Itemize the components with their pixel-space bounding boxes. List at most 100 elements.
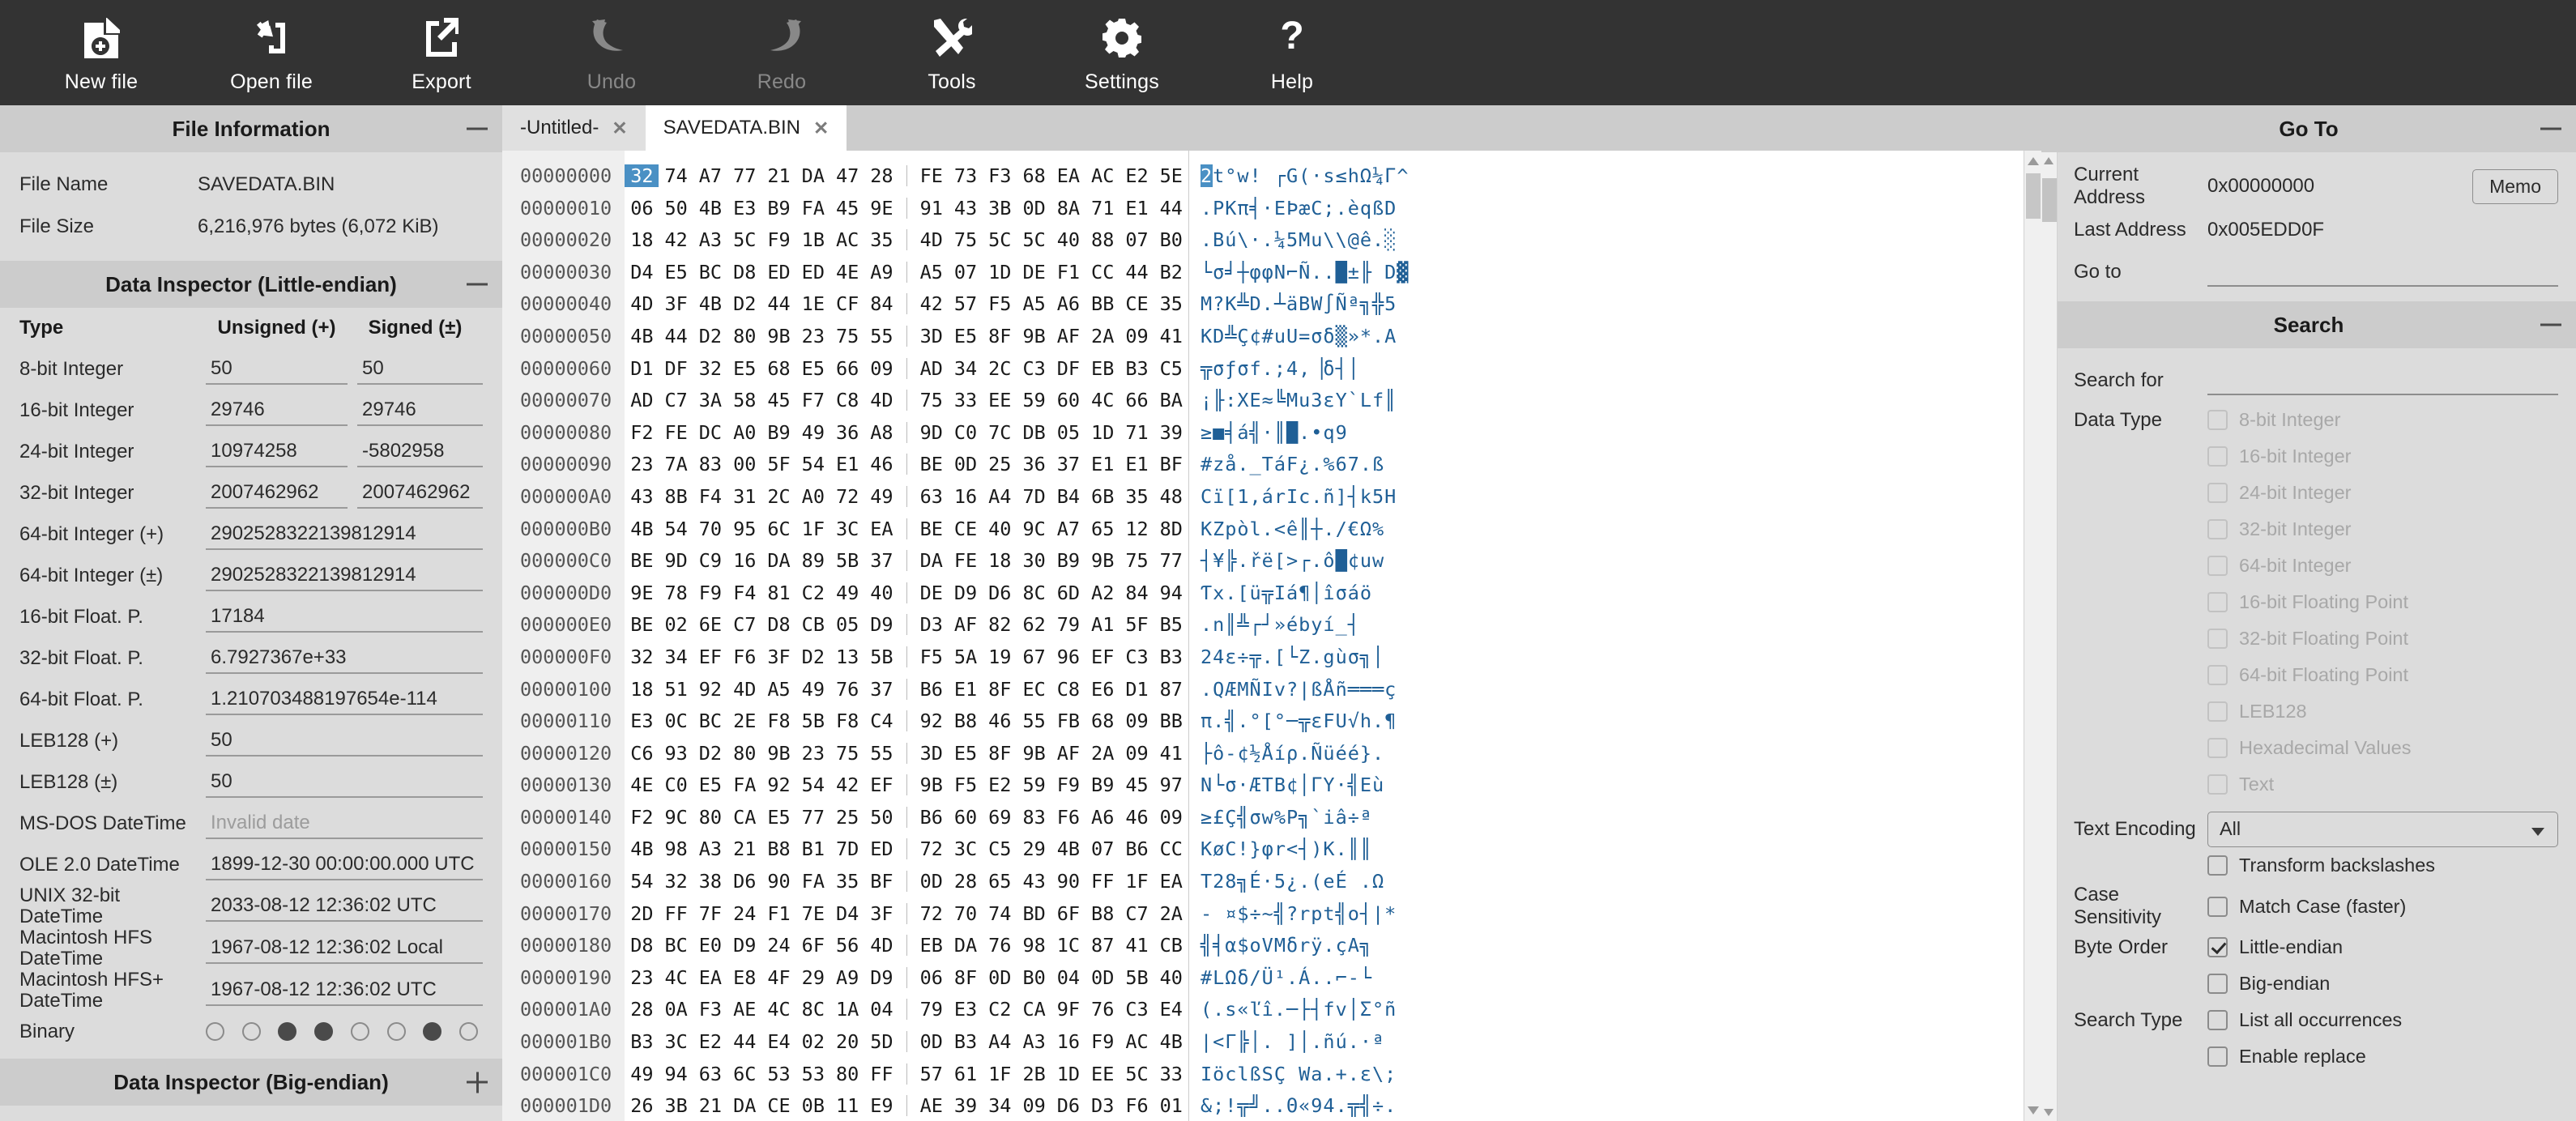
hex-row[interactable]: 4E C0 E5 FA 92 54 42 EF 9B F5 E2 59 F9 B9 45 97	[625, 769, 1188, 802]
hex-byte-cell[interactable]: FA	[796, 870, 830, 893]
hex-byte-cell[interactable]: 47	[830, 164, 864, 187]
redo-button[interactable]: Redo	[697, 0, 867, 105]
hex-byte-cell[interactable]: 09	[1120, 710, 1154, 732]
hex-byte-cell[interactable]: B3	[1154, 646, 1188, 668]
hex-byte-cell[interactable]: FF	[864, 1063, 898, 1085]
hex-byte-cell[interactable]: 3A	[693, 389, 727, 411]
hex-byte-cell[interactable]: 01	[1154, 1094, 1188, 1117]
data-type-checkbox[interactable]	[2207, 774, 2228, 795]
hex-byte-cell[interactable]: AE	[727, 998, 761, 1021]
ascii-text[interactable]: t°w! ┌G(·s≤hΩ¼Γ^	[1213, 164, 1409, 187]
hex-byte-cell[interactable]: A3	[1017, 1030, 1051, 1053]
hex-byte-cell[interactable]: 06	[915, 966, 949, 989]
hex-byte-cell[interactable]: 75	[830, 325, 864, 347]
data-type-checkbox[interactable]	[2207, 519, 2228, 539]
hex-byte-cell[interactable]: 44	[727, 1030, 761, 1053]
transform-backslashes-checkbox[interactable]	[2207, 855, 2228, 876]
hex-byte-cell[interactable]: 37	[1051, 453, 1085, 475]
ascii-row[interactable]: └σ╛┼φφN⌐Ñ..█±╟ D▓	[1201, 257, 1410, 289]
hex-byte-cell[interactable]: EA	[864, 518, 898, 540]
hex-byte-cell[interactable]: E5	[949, 742, 983, 765]
hex-byte-cell[interactable]: 8D	[1154, 518, 1188, 540]
hex-byte-cell[interactable]: B5	[1154, 613, 1188, 636]
hex-byte-cell[interactable]: C5	[1154, 357, 1188, 380]
hex-byte-cell[interactable]: F9	[761, 228, 795, 251]
hex-byte-cell[interactable]: C7	[1120, 902, 1154, 925]
hex-byte-cell[interactable]: E1	[949, 678, 983, 701]
hex-byte-cell[interactable]: EA	[1154, 870, 1188, 893]
hex-byte-cell[interactable]: D1	[625, 357, 659, 380]
hex-byte-cell[interactable]: 88	[1085, 228, 1120, 251]
hex-byte-cell[interactable]: E4	[761, 1030, 795, 1053]
hex-byte-cell[interactable]: 6C	[727, 1063, 761, 1085]
hex-byte-cell[interactable]: 65	[983, 870, 1017, 893]
hex-byte-cell[interactable]: 04	[864, 998, 898, 1021]
hex-byte-cell[interactable]: 46	[983, 710, 1017, 732]
hex-byte-cell[interactable]: CB	[1154, 934, 1188, 957]
hex-byte-cell[interactable]: BA	[1154, 389, 1188, 411]
hex-byte-cell[interactable]: ED	[864, 838, 898, 860]
open-file-button[interactable]: Open file	[186, 0, 356, 105]
data-type-checkbox[interactable]	[2207, 665, 2228, 685]
hex-byte-cell[interactable]: BC	[693, 710, 727, 732]
hex-byte-cell[interactable]: C3	[1120, 998, 1154, 1021]
hex-byte-cell[interactable]: EB	[915, 934, 949, 957]
hex-byte-cell[interactable]: A4	[983, 1030, 1017, 1053]
hex-byte-cell[interactable]: 62	[1017, 613, 1051, 636]
hex-byte-cell[interactable]: A5	[1017, 292, 1051, 315]
hex-byte-cell[interactable]: B0	[1017, 966, 1051, 989]
hex-byte-cell[interactable]: 87	[1154, 678, 1188, 701]
hex-byte-cell[interactable]: DA	[761, 549, 795, 572]
data-inspector-unsigned-field[interactable]: 50	[206, 726, 483, 757]
hex-byte-cell[interactable]: 54	[625, 870, 659, 893]
tab-savedata[interactable]: SAVEDATA.BIN ✕	[645, 105, 847, 151]
hex-byte-cell[interactable]: 44	[761, 292, 795, 315]
ascii-row[interactable]: - ¤$÷~╣?rpt╣o┤|*	[1201, 898, 1410, 931]
hex-byte-cell[interactable]: BF	[1154, 453, 1188, 475]
hex-byte-cell[interactable]: C8	[1051, 678, 1085, 701]
hex-byte-cell[interactable]: 29	[1017, 838, 1051, 860]
hex-byte-cell[interactable]: 2B	[1017, 1063, 1051, 1085]
hex-byte-cell[interactable]: 98	[1017, 934, 1051, 957]
hex-row[interactable]: 4B 98 A3 21 B8 B1 7D ED 72 3C C5 29 4B 07 B6 CC	[625, 833, 1188, 866]
hex-byte-cell[interactable]: E0	[693, 934, 727, 957]
hex-byte-cell[interactable]: 8F	[949, 966, 983, 989]
hex-view[interactable]: 00000000 00000010 00000020 00000030 00000040…	[502, 151, 2024, 1121]
hex-byte-cell[interactable]: 1C	[1051, 934, 1085, 957]
hex-byte-cell[interactable]: 7F	[693, 902, 727, 925]
hex-byte-cell[interactable]: 4B	[693, 197, 727, 220]
hex-byte-cell[interactable]: 4C	[1085, 389, 1120, 411]
hex-byte-cell[interactable]: 3C	[830, 518, 864, 540]
hex-byte-cell[interactable]: A0	[727, 421, 761, 444]
hex-byte-cell[interactable]: 45	[830, 197, 864, 220]
data-inspector-unsigned-field[interactable]: 1967-08-12 12:36:02 Local	[206, 933, 483, 964]
hex-byte-cell[interactable]: D2	[693, 325, 727, 347]
hex-byte-cell[interactable]: 5B	[830, 549, 864, 572]
binary-bit-radio[interactable]	[241, 1022, 261, 1042]
hex-byte-cell[interactable]: EA	[1051, 164, 1085, 187]
hex-byte-cell[interactable]: 8F	[983, 742, 1017, 765]
hex-byte-cell[interactable]: B8	[761, 838, 795, 860]
hex-byte-cell[interactable]: B8	[1085, 902, 1120, 925]
data-type-checkbox[interactable]	[2207, 701, 2228, 722]
hex-byte-cell[interactable]: 1E	[796, 292, 830, 315]
ascii-row[interactable]: M?K╩D.┴äBW∫Ñª╗╬5	[1201, 288, 1410, 321]
hex-row[interactable]: C6 93 D2 80 9B 23 75 55 3D E5 8F 9B AF 2A 09 41	[625, 738, 1188, 770]
hex-byte-cell[interactable]: 9C	[1017, 518, 1051, 540]
hex-byte-cell[interactable]: DE	[915, 582, 949, 604]
hex-byte-cell[interactable]: 8A	[1051, 197, 1085, 220]
hex-byte-cell[interactable]: 07	[1120, 228, 1154, 251]
hex-byte-cell[interactable]: 9B	[761, 742, 795, 765]
hex-byte-cell[interactable]: 38	[693, 870, 727, 893]
hex-byte-cell[interactable]: C2	[983, 998, 1017, 1021]
ascii-row[interactable]: #zå._TáF¿.%67.ß	[1201, 449, 1410, 481]
hex-byte-cell[interactable]: A9	[830, 966, 864, 989]
hex-byte-cell[interactable]: 80	[830, 1063, 864, 1085]
hex-byte-cell[interactable]: 80	[727, 325, 761, 347]
ascii-row[interactable]: KD╩Ç¢#uU=σδ▒»*.A	[1201, 321, 1410, 353]
data-inspector-le-collapse-icon[interactable]	[467, 283, 488, 286]
hex-byte-cell[interactable]: 39	[949, 1094, 983, 1117]
data-inspector-unsigned-field[interactable]: 10974258	[206, 437, 348, 467]
hex-byte-cell[interactable]: B6	[1120, 838, 1154, 860]
hex-row[interactable]: AD C7 3A 58 45 F7 C8 4D 75 33 EE 59 60 4C 66 BA	[625, 385, 1188, 417]
